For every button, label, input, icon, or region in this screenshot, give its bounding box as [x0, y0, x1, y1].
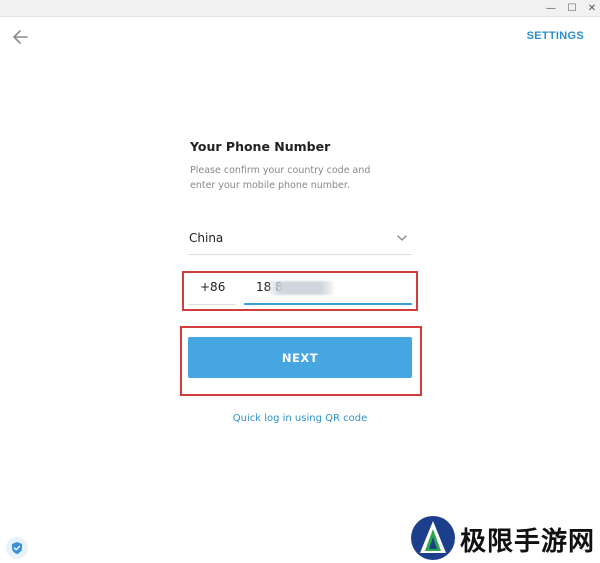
redaction-blur: [268, 281, 334, 295]
country-code-input[interactable]: +86: [188, 278, 236, 305]
country-select[interactable]: China: [188, 224, 412, 255]
qr-login-link[interactable]: Quick log in using QR code: [188, 413, 412, 424]
next-button[interactable]: NEXT: [188, 337, 412, 378]
page-description: Please confirm your country code and ent…: [190, 165, 371, 191]
country-code-value: +86: [200, 280, 226, 294]
watermark-logo-icon: [411, 516, 455, 560]
watermark: 极限手游网: [410, 515, 600, 563]
phone-number-input[interactable]: 18 8: [244, 278, 412, 305]
arrow-left-icon: [13, 30, 28, 44]
settings-link[interactable]: SETTINGS: [527, 30, 584, 42]
security-badge[interactable]: [6, 537, 28, 559]
chevron-down-icon: [397, 235, 407, 241]
country-value: China: [189, 231, 224, 245]
shield-check-icon: [12, 542, 22, 554]
minimize-button[interactable]: —: [541, 0, 561, 16]
window-titlebar: — ☐ ✕: [0, 0, 600, 17]
back-button[interactable]: [10, 27, 32, 47]
close-button[interactable]: ✕: [582, 0, 600, 16]
watermark-text: 极限手游网: [460, 527, 596, 557]
page-title: Your Phone Number: [190, 139, 331, 154]
maximize-button[interactable]: ☐: [562, 0, 582, 16]
